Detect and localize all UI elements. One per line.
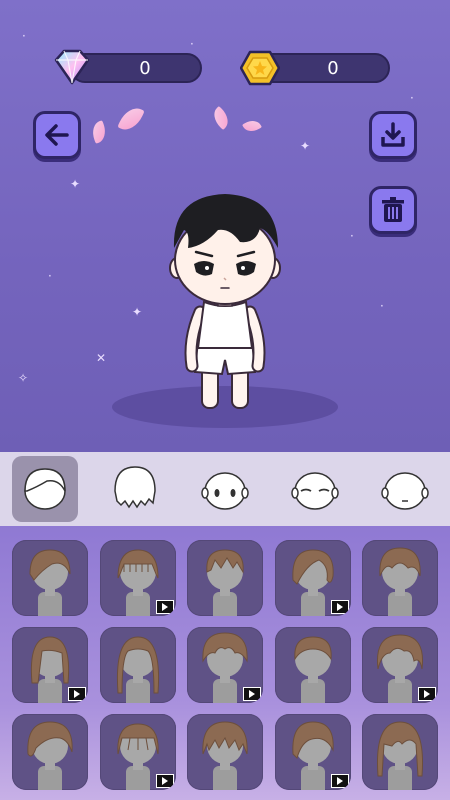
delete-button[interactable] bbox=[369, 186, 417, 234]
sparkle-icon: · bbox=[410, 91, 414, 105]
sparkle-icon: · bbox=[380, 299, 384, 313]
hair-item-long-straight[interactable] bbox=[100, 627, 176, 703]
video-ad-icon bbox=[68, 687, 86, 701]
hair-preview-icon bbox=[29, 549, 71, 616]
sparkle-icon: ✦ bbox=[300, 139, 311, 153]
hair-item-side-swept-short[interactable] bbox=[12, 540, 88, 616]
gem-count: 0 bbox=[139, 57, 151, 79]
video-ad-icon bbox=[331, 774, 349, 788]
sparkle-icon: · bbox=[48, 269, 52, 283]
hair-item-long-layers[interactable] bbox=[362, 714, 438, 790]
hair-preview-icon bbox=[27, 721, 73, 790]
download-button[interactable] bbox=[369, 111, 417, 159]
sparkle-icon: ✦ bbox=[70, 177, 81, 191]
video-ad-icon bbox=[156, 774, 174, 788]
hair-preview-icon bbox=[116, 636, 160, 703]
video-ad-icon bbox=[418, 687, 436, 701]
eyes-icon bbox=[201, 472, 249, 510]
gold-coin-icon bbox=[240, 50, 280, 86]
sparkle-icon: ✕ bbox=[96, 351, 107, 365]
hair-item-neat-crop[interactable] bbox=[275, 627, 351, 703]
hair-item-curly-top[interactable] bbox=[187, 627, 263, 703]
hair-item-side-fringe[interactable] bbox=[12, 714, 88, 790]
tab-eyes[interactable] bbox=[192, 456, 258, 522]
back-hair-icon bbox=[114, 466, 156, 509]
petal-icon bbox=[117, 103, 145, 135]
hair-preview-icon bbox=[202, 721, 248, 790]
hair-item-layered-shag[interactable] bbox=[187, 714, 263, 790]
petal-icon bbox=[208, 105, 234, 131]
hair-item-spiky-short[interactable] bbox=[187, 540, 263, 616]
sparkle-icon: · bbox=[190, 37, 194, 51]
mouth-icon bbox=[381, 472, 429, 510]
hair-item-blunt-bangs-bob[interactable] bbox=[100, 540, 176, 616]
petal-icon bbox=[242, 116, 262, 136]
hair-preview-icon bbox=[379, 547, 421, 616]
coin-count: 0 bbox=[327, 57, 339, 79]
petal-icon bbox=[89, 120, 109, 144]
hair-item-swoop-fringe[interactable] bbox=[275, 714, 351, 790]
eyebrows-icon bbox=[291, 472, 339, 510]
tab-mouth[interactable] bbox=[372, 456, 438, 522]
sparkle-icon: · bbox=[22, 29, 26, 43]
hair-item-messy-waves[interactable] bbox=[362, 627, 438, 703]
hair-preview-icon bbox=[376, 721, 424, 790]
hair-item-wavy-side-part[interactable] bbox=[275, 540, 351, 616]
front-hair-icon bbox=[24, 468, 66, 510]
hair-item-tousled-medium[interactable] bbox=[362, 540, 438, 616]
trash-icon bbox=[382, 197, 404, 222]
tab-back-hair[interactable] bbox=[102, 456, 168, 522]
character-stage: ✦ ✦ ✦ ✕ ✧ · · · · · · 0 0 bbox=[0, 0, 450, 452]
hair-item-grid bbox=[0, 526, 450, 800]
hair-item-parted-shoulder[interactable] bbox=[12, 627, 88, 703]
hair-preview-icon bbox=[294, 636, 332, 703]
back-arrow-icon bbox=[45, 124, 69, 146]
character-avatar bbox=[169, 194, 281, 409]
category-tab-bar bbox=[0, 452, 450, 526]
back-button[interactable] bbox=[33, 111, 81, 159]
diamond-gem-icon bbox=[54, 49, 90, 85]
download-icon bbox=[381, 122, 405, 147]
sparkle-icon: · bbox=[350, 229, 354, 243]
video-ad-icon bbox=[156, 600, 174, 614]
video-ad-icon bbox=[243, 687, 261, 701]
hair-item-straight-fringe[interactable] bbox=[100, 714, 176, 790]
tab-eyebrows[interactable] bbox=[282, 456, 348, 522]
video-ad-icon bbox=[331, 600, 349, 614]
sparkle-icon: ✦ bbox=[132, 305, 143, 319]
sparkle-icon: ✧ bbox=[18, 371, 29, 385]
tab-hair[interactable] bbox=[12, 456, 78, 522]
hair-preview-icon bbox=[206, 549, 244, 616]
